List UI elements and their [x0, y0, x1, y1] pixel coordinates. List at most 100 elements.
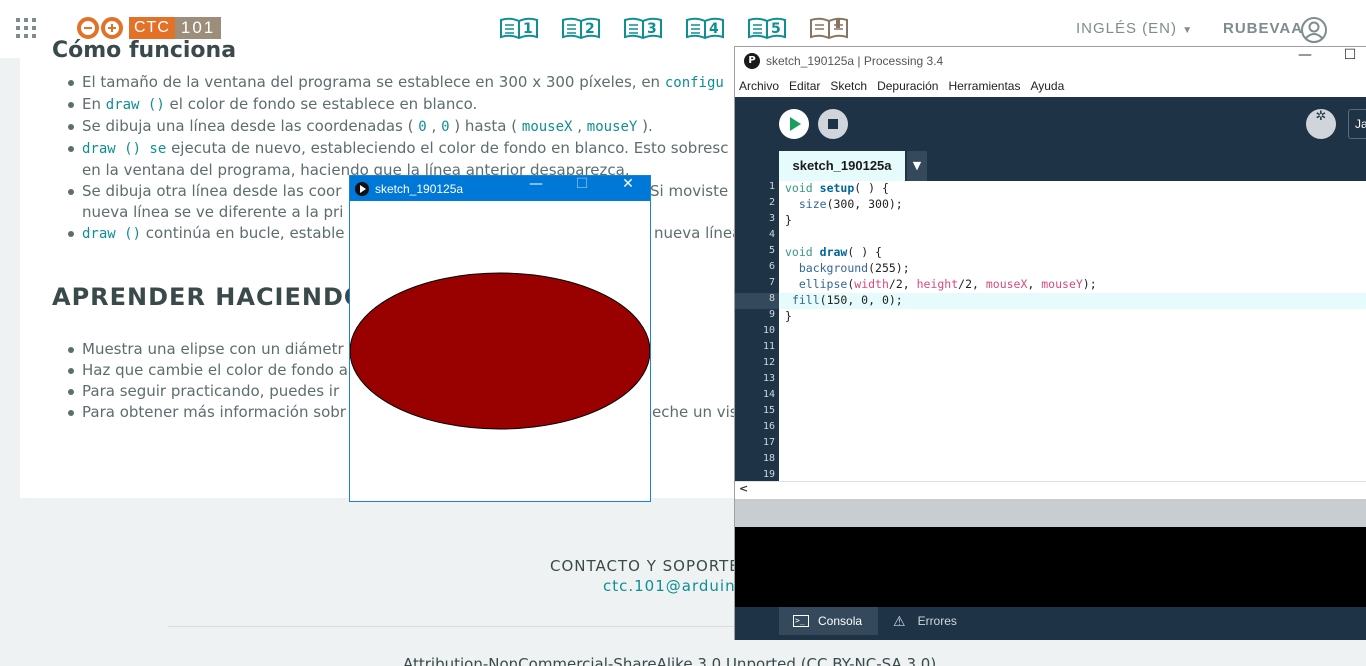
line-number-gutter: 1 2 3 4 5 6 7 8 9 10 11 12 13 14 15 16 17 18 19 — [735, 181, 779, 481]
tab-sketch[interactable]: sketch_190125a — [779, 151, 905, 181]
mode-selector[interactable]: Ja — [1348, 109, 1366, 139]
processing-logo-icon: P — [744, 53, 760, 69]
tab-console[interactable]: >_ Consola — [779, 607, 878, 635]
caret-down-icon: ▼ — [1182, 25, 1194, 36]
book-2-link[interactable]: 2 — [560, 16, 602, 44]
menu-ayuda[interactable]: Ayuda — [1030, 79, 1064, 93]
line-number: 13 — [762, 373, 775, 384]
book-number: 1 — [523, 21, 533, 37]
book-3-link[interactable]: 3 — [622, 16, 664, 44]
menu-sketch[interactable]: Sketch — [830, 79, 867, 93]
sketch-title-bar: sketch_190125a — ☐ ✕ — [350, 176, 650, 201]
menu-herramientas[interactable]: Herramientas — [948, 79, 1020, 93]
warning-icon: ⚠ — [893, 612, 906, 629]
scroll-left-icon[interactable]: < — [739, 482, 748, 495]
line-number: 2 — [768, 197, 775, 208]
reference-book-link[interactable] — [808, 16, 850, 44]
line-number: 12 — [762, 357, 775, 368]
red-ellipse-shape — [350, 272, 650, 430]
ide-toolbar: ✲ Ja sketch_190125a ▼ — [735, 97, 1366, 181]
tab-menu-arrow-icon[interactable]: ▼ — [907, 151, 927, 181]
console-output[interactable] — [735, 527, 1366, 607]
list-item: Muestra una elipse con un diámetr — [68, 339, 348, 360]
code-line: background(255); — [798, 261, 910, 275]
code-line: ellipse(width/2, height/2, mouseX, mouse… — [798, 277, 1097, 291]
learn-by-doing-list: Muestra una elipse con un diámetr Haz qu… — [68, 339, 738, 423]
username-label[interactable]: RUBEVAA — [1223, 20, 1303, 37]
code-editor[interactable]: void setup( ) { size(300, 300); } void d… — [779, 181, 1366, 481]
code-line: size(300, 300); — [798, 197, 903, 211]
line-number: 11 — [762, 341, 775, 352]
line-number: 8 — [735, 293, 779, 309]
line-number: 4 — [768, 229, 775, 240]
ide-window-title: sketch_190125a | Processing 3.4 — [766, 54, 944, 68]
menu-editar[interactable]: Editar — [789, 79, 820, 93]
arduino-infinity-icon — [77, 17, 123, 39]
book-number: 3 — [647, 21, 657, 37]
footer-contact-heading: CONTACTO Y SOPORTE T — [550, 557, 756, 575]
book-1-link[interactable]: 1 — [498, 16, 540, 44]
stop-button[interactable] — [818, 109, 848, 139]
book-icon — [686, 17, 724, 40]
line-number: 17 — [762, 437, 775, 448]
line-number: 5 — [768, 245, 775, 256]
ide-menu-bar: Archivo Editar Sketch Depuración Herrami… — [735, 75, 1366, 97]
learn-by-doing-heading: APRENDER HACIENDO — [52, 283, 366, 311]
maximize-button: ☐ — [575, 176, 589, 192]
code-line-current: fill(150, 0, 0); — [779, 293, 1366, 309]
code-line: void setup( ) { — [785, 181, 889, 195]
list-item: En draw () el color de fondo se establec… — [67, 94, 728, 116]
user-avatar-icon[interactable] — [1300, 16, 1328, 44]
ide-title-bar: P sketch_190125a | Processing 3.4 — ☐ — [735, 47, 1366, 75]
logo-ctc-text: CTC — [129, 17, 175, 39]
book-icon — [500, 17, 538, 40]
list-item: Haz que cambie el color de fondo a — [68, 361, 348, 379]
lesson-books-nav: 1 2 3 4 5 — [498, 16, 850, 44]
line-number: 9 — [768, 309, 775, 320]
tab-errors[interactable]: ⚠ Errores — [883, 607, 973, 635]
language-selector[interactable]: INGLÉS (EN) ▼ — [1076, 20, 1193, 37]
close-button[interactable]: ✕ — [605, 176, 651, 201]
language-label: INGLÉS (EN) — [1076, 20, 1178, 37]
line-number: 14 — [762, 389, 775, 400]
menu-depuracion[interactable]: Depuración — [877, 79, 938, 93]
book-5-link[interactable]: 5 — [746, 16, 788, 44]
code-line: } — [785, 309, 792, 323]
run-button[interactable] — [779, 109, 809, 139]
console-tab-bar: >_ Consola ⚠ Errores — [735, 607, 1366, 640]
book-number: 2 — [585, 21, 595, 37]
line-number: 15 — [762, 405, 775, 416]
book-4-link[interactable]: 4 — [684, 16, 726, 44]
list-item: El tamaño de la ventana del programa se … — [67, 72, 728, 94]
line-number: 3 — [768, 213, 775, 224]
book-icon — [748, 17, 786, 40]
book-icon — [624, 17, 662, 40]
book-number: 5 — [771, 21, 781, 37]
sketch-window-title: sketch_190125a — [375, 181, 464, 196]
minimize-button[interactable]: — — [1282, 47, 1328, 75]
line-number: 1 — [768, 181, 775, 192]
footer-divider — [168, 626, 748, 627]
menu-archivo[interactable]: Archivo — [739, 79, 779, 93]
sketch-canvas[interactable] — [350, 201, 650, 501]
horizontal-scrollbar[interactable]: < — [735, 481, 1366, 499]
console-icon: >_ — [793, 615, 809, 627]
open-book-icon — [810, 17, 848, 40]
ctc101-logo[interactable]: CTC 101 — [75, 16, 222, 40]
list-item: Para seguir practicando, puedes ir — [68, 381, 348, 402]
processing-ide-window: P sketch_190125a | Processing 3.4 — ☐ Ar… — [734, 46, 1366, 640]
ide-status-strip — [735, 499, 1366, 527]
apps-grid-icon[interactable] — [16, 18, 36, 38]
debugger-icon[interactable]: ✲ — [1306, 109, 1336, 139]
maximize-button[interactable]: ☐ — [1327, 47, 1366, 75]
footer-license-text: Attribution-NonCommercial-ShareAlike 3.0… — [403, 655, 937, 666]
line-number: 16 — [762, 421, 775, 432]
logo-101-text: 101 — [174, 17, 222, 39]
minimize-button[interactable]: — — [513, 176, 559, 201]
line-number: 10 — [762, 325, 775, 336]
book-icon — [562, 17, 600, 40]
code-line: void draw( ) { — [785, 245, 882, 259]
line-number: 18 — [762, 453, 775, 464]
list-item: Se dibuja una línea desde las coordenada… — [67, 116, 728, 138]
